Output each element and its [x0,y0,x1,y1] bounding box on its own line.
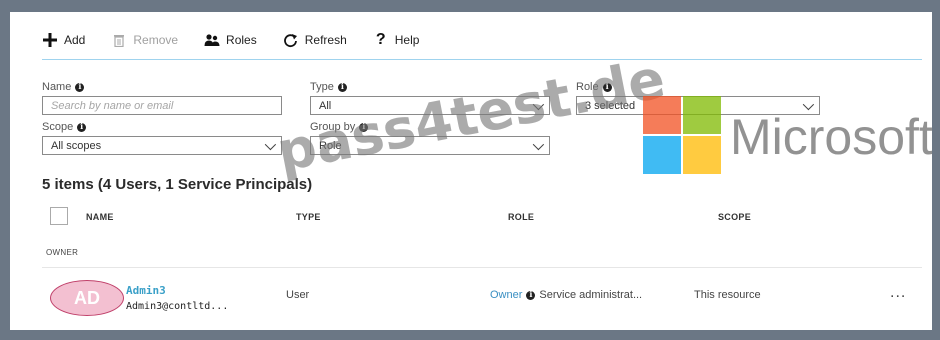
info-icon[interactable] [359,121,369,132]
role-link[interactable]: Owner [490,289,522,301]
remove-label: Remove [133,33,179,47]
column-header-scope[interactable]: SCOPE [718,212,751,222]
toolbar-divider [42,59,922,60]
name-filter-label: Name [42,81,72,93]
watermark-text: pass4test.de [272,46,670,184]
select-all-checkbox[interactable] [50,207,68,225]
chevron-down-icon [532,138,545,150]
items-summary: 5 items (4 Users, 1 Service Principals) [42,176,313,193]
refresh-icon [283,32,299,48]
scope-filter-label: Scope [42,121,74,133]
scope-select[interactable]: All scopes [42,136,282,155]
type-select-value: All [319,99,332,112]
trash-icon [111,32,127,48]
role-cell: Owner Service administrat... [490,289,643,302]
type-filter: Type All [310,80,550,115]
type-select[interactable]: All [310,96,550,115]
role-select[interactable]: 3 selected [576,96,820,115]
user-type: User [286,289,310,301]
groupby-filter-label: Group by [310,121,356,133]
add-label: Add [64,33,86,47]
more-options-button[interactable]: ... [890,284,906,302]
avatar: AD [50,280,124,316]
name-filter: Name [42,80,282,115]
groupby-filter: Group by Role [310,120,550,155]
users-icon [204,32,220,48]
info-icon[interactable] [602,81,612,92]
info-icon[interactable] [526,289,536,300]
plus-icon [42,32,58,48]
type-filter-label: Type [310,81,334,93]
info-icon[interactable] [337,81,347,92]
column-header-type[interactable]: TYPE [296,212,321,222]
remove-button[interactable]: Remove [111,32,178,48]
group-header-owner: OWNER [46,248,79,257]
role-filter: Role 3 selected [576,80,820,115]
info-icon[interactable] [75,81,85,92]
role-select-value: 3 selected [585,99,636,112]
logo-square-yellow [683,136,721,174]
roles-button[interactable]: Roles [204,32,257,48]
roles-label: Roles [226,33,257,47]
chevron-down-icon [532,98,545,110]
chevron-down-icon [264,138,277,150]
user-name-link[interactable]: Admin3 [126,284,166,297]
scope-filter: Scope All scopes [42,120,282,155]
access-control-panel: Add Remove Roles Refresh ? Help Name i S… [10,12,932,330]
role-note: Service administrat... [539,289,643,301]
scope-value: This resource [694,289,761,301]
user-email: Admin3@contltd... [126,301,229,312]
scope-select-value: All scopes [51,139,102,152]
chevron-down-icon [802,98,815,110]
info-icon[interactable] [77,121,87,132]
role-filter-label: Role [576,81,599,93]
help-button[interactable]: ? Help [373,31,420,48]
row-divider [42,267,922,268]
watermark-brand: Microsoft [730,109,932,165]
refresh-button[interactable]: Refresh [283,32,347,48]
name-search-input[interactable] [51,99,273,112]
column-header-role[interactable]: ROLE [508,212,534,222]
logo-square-blue [643,136,681,174]
toolbar: Add Remove Roles Refresh ? Help [42,28,419,52]
column-header-name[interactable]: NAME [86,212,114,222]
help-label: Help [394,33,420,47]
question-icon: ? [375,31,386,48]
groupby-select[interactable]: Role [310,136,550,155]
groupby-select-value: Role [319,139,342,152]
refresh-label: Refresh [304,33,347,47]
add-button[interactable]: Add [42,32,85,48]
